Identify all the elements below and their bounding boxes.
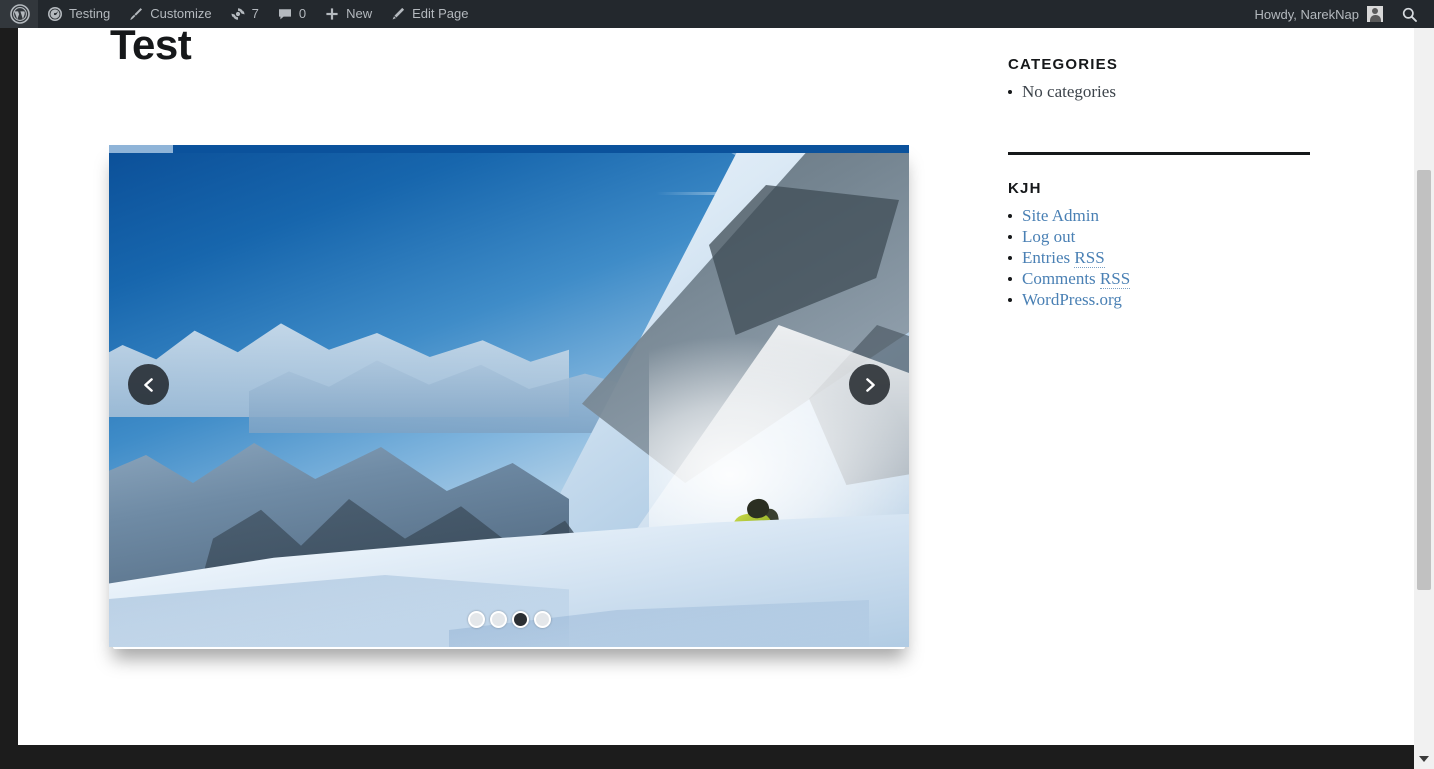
categories-list: No categories: [1008, 81, 1328, 102]
link-entries-rss-text: Entries: [1022, 248, 1075, 267]
admin-bar-item-site-name[interactable]: Testing: [38, 0, 119, 28]
admin-bar-right-group: Howdy, NarekNap: [1242, 0, 1434, 28]
link-entries-rss[interactable]: Entries RSS: [1022, 248, 1105, 268]
widget-title-categories: CATEGORIES: [1008, 56, 1119, 73]
widget-title-meta: KJH: [1008, 180, 1042, 197]
admin-bar-item-customize[interactable]: Customize: [119, 0, 220, 28]
my-account-menu[interactable]: Howdy, NarekNap: [1242, 0, 1391, 28]
slider-dot-1[interactable]: [467, 611, 485, 628]
admin-bar-item-new-content[interactable]: New: [315, 0, 381, 28]
list-item: Comments RSS: [1008, 268, 1328, 289]
link-wordpress-org[interactable]: WordPress.org: [1022, 290, 1122, 309]
comment-bubble-icon: [277, 6, 293, 22]
scrollbar-down-arrow[interactable]: [1414, 751, 1434, 767]
admin-bar-item-edit-page[interactable]: Edit Page: [381, 0, 477, 28]
admin-bar-label-site-name: Testing: [69, 6, 111, 21]
admin-bar-label-customize: Customize: [150, 6, 212, 21]
wp-admin-bar: Testing Customize 7 0 New Edit Page Howd…: [0, 0, 1434, 28]
slider-progress-fill: [109, 145, 173, 153]
list-item: Log out: [1008, 226, 1328, 247]
link-site-admin[interactable]: Site Admin: [1022, 206, 1099, 225]
howdy-greeting: Howdy, NarekNap: [1254, 6, 1359, 22]
meta-links-list: Site Admin Log out Entries RSS Comments …: [1008, 205, 1328, 310]
slider-next-button[interactable]: [849, 364, 890, 405]
slider-progress-bar: [109, 145, 909, 153]
list-item: Entries RSS: [1008, 247, 1328, 268]
admin-bar-label-new-content: New: [346, 6, 373, 21]
list-item: No categories: [1008, 81, 1328, 102]
chevron-right-icon: [861, 376, 879, 394]
list-item: WordPress.org: [1008, 289, 1328, 310]
scrollbar-thumb[interactable]: [1417, 170, 1431, 590]
admin-bar-item-comments[interactable]: 0: [268, 0, 315, 28]
slider-dot-2[interactable]: [489, 611, 507, 628]
wordpress-logo-icon: [10, 4, 30, 24]
category-label: No categories: [1022, 82, 1116, 101]
wp-logo-menu[interactable]: [0, 0, 38, 28]
plus-icon: [324, 6, 340, 22]
admin-bar-item-updates[interactable]: 7: [221, 0, 268, 28]
page-scrollbar[interactable]: [1414, 7, 1434, 769]
page-title: Test: [110, 28, 192, 68]
link-comments-rss-text: Comments: [1022, 269, 1100, 288]
browser-viewport-frame: Test CATEGORIES No categories KJH Site A…: [0, 7, 1434, 769]
rss-abbr: RSS: [1099, 269, 1131, 289]
admin-bar-label-edit-page: Edit Page: [412, 6, 469, 21]
link-comments-rss[interactable]: Comments RSS: [1022, 269, 1131, 289]
image-slider[interactable]: [109, 145, 909, 647]
pencil-icon: [390, 6, 406, 22]
dashboard-speedometer-icon: [47, 6, 63, 22]
admin-bar-label-updates-count: 7: [251, 6, 259, 21]
slider-viewport: [109, 145, 909, 647]
widget-divider: [1008, 152, 1310, 155]
triangle-down-icon: [1419, 756, 1429, 762]
slide-image-ski-powder: [109, 145, 909, 647]
rss-abbr: RSS: [1074, 248, 1105, 268]
page-canvas: Test CATEGORIES No categories KJH Site A…: [18, 28, 1414, 745]
widget-meta: KJH Site Admin Log out Entries RSS Comme…: [1008, 180, 1328, 310]
admin-bar-label-comments-count: 0: [298, 6, 307, 21]
site-content: Test CATEGORIES No categories KJH Site A…: [18, 28, 1414, 745]
search-icon: [1401, 6, 1418, 23]
user-avatar-icon: [1367, 6, 1383, 22]
paintbrush-icon: [128, 6, 144, 22]
link-log-out[interactable]: Log out: [1022, 227, 1075, 246]
slider-dot-3[interactable]: [511, 611, 529, 628]
update-arrows-icon: [230, 6, 246, 22]
list-item: Site Admin: [1008, 205, 1328, 226]
slider-dot-4[interactable]: [533, 611, 551, 628]
admin-bar-search-button[interactable]: [1391, 0, 1430, 28]
chevron-left-icon: [140, 376, 158, 394]
widget-categories: CATEGORIES No categories: [1008, 56, 1328, 102]
slider-prev-button[interactable]: [128, 364, 169, 405]
slider-pagination-dots: [109, 611, 909, 628]
